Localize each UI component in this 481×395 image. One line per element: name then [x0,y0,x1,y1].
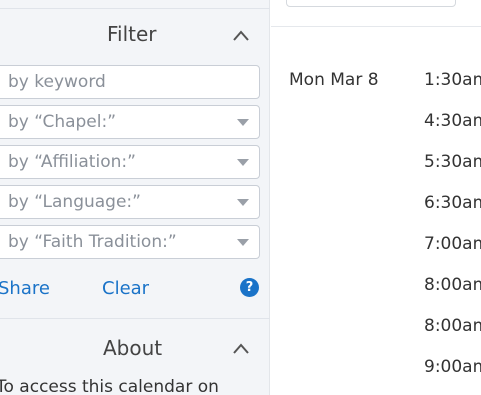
event-list: Mon Mar 8 1:30am 4:30am 5:30am 6:30am 7:… [271,0,481,395]
sidebar: Filter by keyword by “Chapel:” by “Affil… [0,0,270,395]
event-date: Mon Mar 8 [289,70,379,90]
about-header[interactable]: About [0,334,270,374]
sidebar-divider-top [0,8,270,9]
chapel-select[interactable]: by “Chapel:” [0,105,260,139]
faith-tradition-select[interactable]: by “Faith Tradition:” [0,225,260,259]
event-time[interactable]: 6:30am [424,193,481,213]
sidebar-divider [0,318,270,319]
language-select-label: by “Language:” [8,192,141,212]
event-time[interactable]: 7:00am [424,234,481,254]
chevron-up-icon[interactable] [232,27,250,45]
affiliation-select-label: by “Affiliation:” [8,152,136,172]
caret-down-icon [237,159,249,166]
chapel-select-label: by “Chapel:” [8,112,117,132]
faith-tradition-select-label: by “Faith Tradition:” [8,232,177,252]
share-link[interactable]: Share [0,278,50,299]
caret-down-icon [237,239,249,246]
event-time[interactable]: 8:00am [424,275,481,295]
filter-title: Filter [107,22,157,46]
caret-down-icon [237,199,249,206]
help-icon[interactable]: ? [240,278,259,297]
event-time[interactable]: 9:00am [424,357,481,377]
about-title: About [103,336,163,360]
event-time[interactable]: 8:00am [424,316,481,336]
caret-down-icon [237,119,249,126]
filter-header[interactable]: Filter [0,16,270,56]
about-text: To access this calendar on [0,377,219,395]
list-divider [271,26,481,27]
keyword-search-input[interactable]: by keyword [0,65,260,99]
event-time[interactable]: 1:30am [424,70,481,90]
affiliation-select[interactable]: by “Affiliation:” [0,145,260,179]
clear-link[interactable]: Clear [102,278,149,299]
chevron-up-icon[interactable] [232,340,250,358]
keyword-placeholder: by keyword [8,72,106,92]
event-time[interactable]: 5:30am [424,152,481,172]
view-control[interactable] [286,0,456,7]
language-select[interactable]: by “Language:” [0,185,260,219]
event-time[interactable]: 4:30am [424,111,481,131]
